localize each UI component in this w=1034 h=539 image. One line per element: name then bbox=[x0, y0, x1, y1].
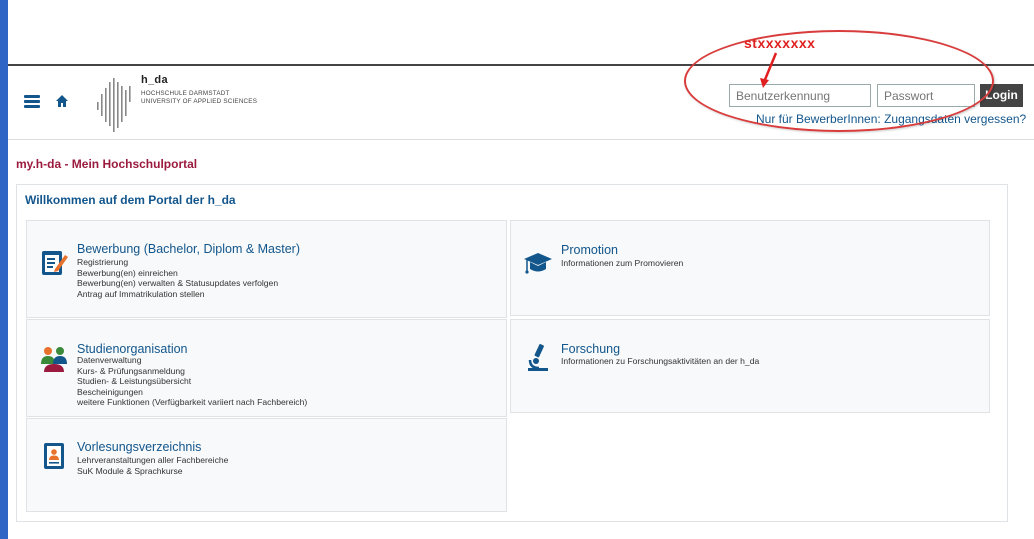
tile-forschung-title[interactable]: Forschung bbox=[561, 342, 620, 356]
top-blank-area bbox=[8, 0, 1034, 66]
tile-vorlesungsverzeichnis-title[interactable]: Vorlesungsverzeichnis bbox=[77, 440, 201, 454]
tile-forschung-links: Informationen zu Forschungsaktivitäten a… bbox=[561, 356, 759, 367]
link-suk-module[interactable]: SuK Module & Sprachkurse bbox=[77, 466, 228, 477]
link-datenverwaltung[interactable]: Datenverwaltung bbox=[77, 355, 307, 366]
menu-icon[interactable] bbox=[24, 95, 40, 109]
logo-bars-icon bbox=[97, 78, 131, 132]
link-lehrveranstaltungen[interactable]: Lehrveranstaltungen aller Fachbereiche bbox=[77, 455, 228, 466]
link-weitere-funktionen[interactable]: weitere Funktionen (Verfügbarkeit variie… bbox=[77, 397, 307, 408]
welcome-panel: Willkommen auf dem Portal der h_da Bewer… bbox=[16, 184, 1008, 522]
link-forschungsaktivitaeten[interactable]: Informationen zu Forschungsaktivitäten a… bbox=[561, 356, 759, 367]
tile-vorlesungsverzeichnis-links: Lehrveranstaltungen aller Fachbereiche S… bbox=[77, 455, 228, 476]
home-icon[interactable] bbox=[55, 94, 69, 108]
window-left-border bbox=[0, 0, 8, 539]
document-person-icon bbox=[44, 443, 64, 469]
graduation-cap-icon bbox=[524, 253, 552, 274]
application-form-icon bbox=[42, 251, 68, 275]
tile-forschung[interactable]: Forschung Informationen zu Forschungsakt… bbox=[510, 319, 990, 413]
link-leistungsuebersicht[interactable]: Studien- & Leistungsübersicht bbox=[77, 376, 307, 387]
link-kurs-pruefungsanmeldung[interactable]: Kurs- & Prüfungsanmeldung bbox=[77, 366, 307, 377]
microscope-icon bbox=[528, 344, 548, 371]
link-bescheinigungen[interactable]: Bescheinigungen bbox=[77, 387, 307, 398]
link-promovieren-info[interactable]: Informationen zum Promovieren bbox=[561, 258, 683, 269]
link-antrag-immatrikulation[interactable]: Antrag auf Immatrikulation stellen bbox=[77, 289, 278, 300]
logo-name: h_da bbox=[141, 74, 168, 86]
tile-bewerbung[interactable]: Bewerbung (Bachelor, Diplom & Master) Re… bbox=[26, 220, 507, 318]
tile-promotion-links: Informationen zum Promovieren bbox=[561, 258, 683, 269]
link-bewerbung-verwalten[interactable]: Bewerbung(en) verwalten & Statusupdates … bbox=[77, 278, 278, 289]
portal-header: h_da HOCHSCHULE DARMSTADT UNIVERSITY OF … bbox=[8, 68, 1034, 140]
tile-vorlesungsverzeichnis[interactable]: Vorlesungsverzeichnis Lehrveranstaltunge… bbox=[26, 418, 507, 512]
people-icon bbox=[41, 347, 67, 372]
tile-bewerbung-links: Registrierung Bewerbung(en) einreichen B… bbox=[77, 257, 278, 299]
tile-promotion-title[interactable]: Promotion bbox=[561, 243, 618, 257]
tile-studienorganisation[interactable]: Studienorganisation Datenverwaltung Kurs… bbox=[26, 319, 507, 417]
welcome-title: Willkommen auf dem Portal der h_da bbox=[25, 193, 236, 207]
tile-studienorganisation-title[interactable]: Studienorganisation bbox=[77, 342, 188, 356]
link-registrierung[interactable]: Registrierung bbox=[77, 257, 278, 268]
logo-subtitle-line2: UNIVERSITY OF APPLIED SCIENCES bbox=[141, 98, 258, 105]
breadcrumb[interactable]: my.h-da - Mein Hochschulportal bbox=[16, 157, 197, 171]
tile-studienorganisation-links: Datenverwaltung Kurs- & Prüfungsanmeldun… bbox=[77, 355, 307, 408]
hda-logo[interactable]: h_da HOCHSCHULE DARMSTADT UNIVERSITY OF … bbox=[93, 72, 293, 138]
tile-bewerbung-title[interactable]: Bewerbung (Bachelor, Diplom & Master) bbox=[77, 242, 300, 256]
link-bewerbung-einreichen[interactable]: Bewerbung(en) einreichen bbox=[77, 268, 278, 279]
logo-subtitle-line1: HOCHSCHULE DARMSTADT bbox=[141, 90, 230, 97]
tile-promotion[interactable]: Promotion Informationen zum Promovieren bbox=[510, 220, 990, 316]
